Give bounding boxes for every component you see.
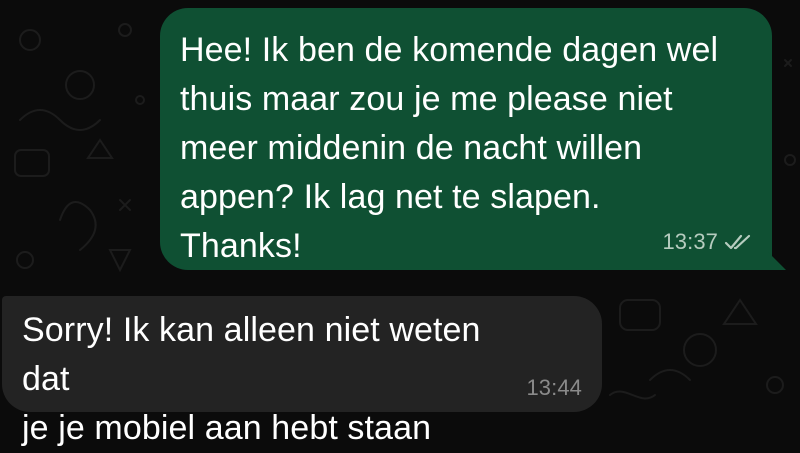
message-time: 13:44 [526,375,582,400]
double-check-icon [724,234,751,250]
incoming-message-bubble[interactable]: Sorry! Ik kan alleen niet weten dat je j… [2,296,602,447]
message-time: 13:37 [662,229,718,254]
message-text: Sorry! Ik kan alleen niet weten dat je j… [22,311,481,447]
outgoing-message-bubble[interactable]: Hee! Ik ben de komende dagen wel thuis m… [160,8,786,270]
bubble-tail [768,252,786,270]
message-meta: 13:37 [662,230,754,254]
